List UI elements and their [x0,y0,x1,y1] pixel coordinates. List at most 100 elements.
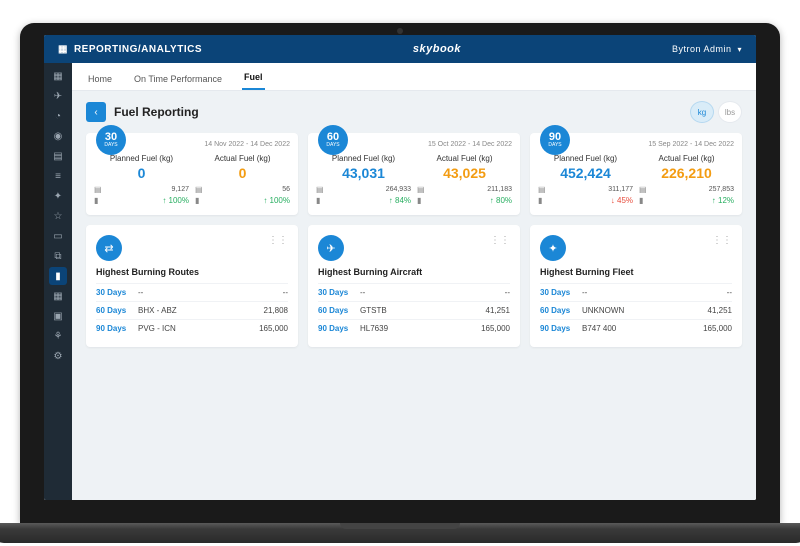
calendar-icon: ▤ [195,185,203,194]
actual-fuel-label: Actual Fuel (kg) [417,154,512,163]
nav-tools-icon[interactable]: ✦ [49,187,67,205]
section-title: Highest Burning Fleet [540,267,732,277]
nav-calendar-icon[interactable]: ▤ [49,147,67,165]
section-row[interactable]: 60 DaysUNKNOWN41,251 [540,301,732,319]
bar-icon: ▮ [316,196,320,205]
actual-fuel-value: 43,025 [417,165,512,181]
planned-fuel-label: Planned Fuel (kg) [94,154,189,163]
actual-sub-value: 211,183 [487,186,512,193]
row-days: 60 Days [318,306,360,315]
bar-icon: ▮ [94,196,98,205]
section-row[interactable]: 90 DaysB747 400165,000 [540,319,732,337]
planned-fuel-label: Planned Fuel (kg) [538,154,633,163]
row-days: 90 Days [96,324,138,333]
page-title: Fuel Reporting [114,105,199,119]
nav-plane-icon[interactable]: ✈ [49,87,67,105]
planned-pct: ↑ 84% [389,196,411,205]
planned-sub-value: 311,177 [608,186,633,193]
nav-clock-icon[interactable]: ◔ [49,107,67,125]
planned-fuel-value: 0 [94,165,189,181]
row-value: -- [727,288,732,297]
card-menu-icon[interactable]: ⋮⋮ [490,235,510,246]
section-row[interactable]: 90 DaysPVG - ICN165,000 [96,319,288,337]
row-value: 165,000 [481,324,510,333]
row-value: 41,251 [708,306,732,315]
row-days: 90 Days [318,324,360,333]
row-days: 60 Days [540,306,582,315]
bar-icon: ▮ [639,196,643,205]
bar-icon: ▮ [417,196,421,205]
calendar-icon: ▤ [538,185,546,194]
row-name: -- [360,288,505,297]
tab-otp[interactable]: On Time Performance [132,68,224,90]
actual-fuel-value: 0 [195,165,290,181]
nav-globe-icon[interactable]: ◉ [49,127,67,145]
planned-fuel-value: 43,031 [316,165,411,181]
actual-pct: ↑ 12% [712,196,734,205]
actual-sub-value: 257,853 [709,186,734,193]
nav-gear-icon[interactable]: ⚙ [49,347,67,365]
section-row[interactable]: 30 Days---- [540,283,732,301]
bar-icon: ▮ [538,196,542,205]
nav-grid-icon[interactable]: ▦ [49,67,67,85]
section-row[interactable]: 30 Days---- [96,283,288,301]
unit-lbs-button[interactable]: lbs [718,101,742,123]
days-badge: 90DAYS [540,125,570,155]
row-name: B747 400 [582,324,703,333]
nav-doc-icon[interactable]: ▭ [49,227,67,245]
row-days: 30 Days [318,288,360,297]
actual-fuel-label: Actual Fuel (kg) [639,154,734,163]
card-menu-icon[interactable]: ⋮⋮ [268,235,288,246]
back-button[interactable]: ‹ [86,102,106,122]
planned-pct: ↓ 45% [611,196,633,205]
planned-fuel-value: 452,424 [538,165,633,181]
row-days: 30 Days [96,288,138,297]
side-nav: ▦ ✈ ◔ ◉ ▤ ≡ ✦ ☆ ▭ ⧉ ▮ ▦ ▣ ⚘ ⚙ [44,63,72,500]
unit-toggle: kg lbs [690,101,742,123]
unit-kg-button[interactable]: kg [690,101,714,123]
nav-chart-icon[interactable]: ▮ [49,267,67,285]
section-row[interactable]: 30 Days---- [318,283,510,301]
summary-card-60: 60DAYS 15 Oct 2022 - 14 Dec 2022 Planned… [308,133,520,215]
nav-users-icon[interactable]: ⚘ [49,327,67,345]
row-name: UNKNOWN [582,306,708,315]
nav-copy-icon[interactable]: ⧉ [49,247,67,265]
row-days: 90 Days [540,324,582,333]
tab-bar: Home On Time Performance Fuel [72,63,756,91]
planned-fuel-label: Planned Fuel (kg) [316,154,411,163]
section-icon: ✈ [318,235,344,261]
calendar-icon: ▤ [639,185,647,194]
row-value: 165,000 [259,324,288,333]
actual-fuel-label: Actual Fuel (kg) [195,154,290,163]
section-title: Highest Burning Routes [96,267,288,277]
section-row[interactable]: 60 DaysGTSTB41,251 [318,301,510,319]
tab-home[interactable]: Home [86,68,114,90]
nav-table-icon[interactable]: ▦ [49,287,67,305]
days-badge: 60DAYS [318,125,348,155]
user-name: Bytron Admin [672,44,732,54]
section-row[interactable]: 60 DaysBHX - ABZ21,808 [96,301,288,319]
nav-list-icon[interactable]: ≡ [49,167,67,185]
row-days: 60 Days [96,306,138,315]
row-value: -- [505,288,510,297]
section-icon: ⇄ [96,235,122,261]
module-title: REPORTING/ANALYTICS [74,44,202,55]
section-card: ⋮⋮ ⇄ Highest Burning Routes 30 Days----6… [86,225,298,347]
grid-icon: ▦ [58,44,68,55]
card-menu-icon[interactable]: ⋮⋮ [712,235,732,246]
actual-sub-value: 56 [282,186,290,193]
top-bar: ▦ REPORTING/ANALYTICS skybook Bytron Adm… [44,35,756,63]
user-menu[interactable]: Bytron Admin ▾ [672,44,742,54]
brand-logo: skybook [202,43,672,55]
section-icon: ✦ [540,235,566,261]
row-name: BHX - ABZ [138,306,264,315]
main-content: Home On Time Performance Fuel ‹ Fuel Rep… [72,63,756,500]
row-name: HL7639 [360,324,481,333]
section-row[interactable]: 90 DaysHL7639165,000 [318,319,510,337]
actual-fuel-value: 226,210 [639,165,734,181]
nav-archive-icon[interactable]: ▣ [49,307,67,325]
tab-fuel[interactable]: Fuel [242,66,265,90]
nav-star-icon[interactable]: ☆ [49,207,67,225]
row-name: -- [138,288,283,297]
actual-pct: ↑ 100% [263,196,290,205]
